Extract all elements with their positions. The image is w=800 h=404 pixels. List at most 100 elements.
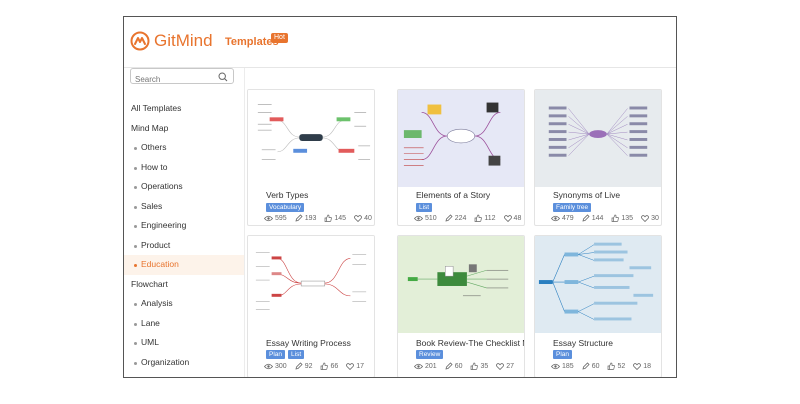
bullet-icon [134, 244, 137, 248]
edit-count-value: 144 [591, 214, 604, 222]
template-thumbnail[interactable] [398, 90, 524, 187]
sidebar: All Templates Mind Map Others How to Operati… [124, 68, 245, 377]
sidebar-item-operations[interactable]: Operations [124, 177, 244, 197]
template-thumbnail[interactable] [535, 90, 661, 187]
sidebar-item-others[interactable]: Others [124, 138, 244, 158]
search-icon[interactable] [218, 72, 228, 82]
pencil-icon [445, 362, 453, 370]
bullet-icon [134, 322, 137, 326]
like-count[interactable]: 145 [324, 214, 346, 222]
favorite-count-value: 17 [356, 362, 365, 370]
template-card[interactable]: Elements of a Story List 510 224 112 48 [397, 89, 525, 226]
bullet-icon [134, 225, 137, 228]
sidebar-item-uml[interactable]: UML [124, 333, 244, 353]
template-stats: 300 92 66 17 [264, 362, 372, 370]
favorite-count[interactable]: 40 [354, 214, 372, 222]
sidebar-item-organization[interactable]: Organization [124, 353, 244, 373]
template-tags: Review [416, 350, 444, 359]
favorite-count[interactable]: 17 [346, 362, 364, 370]
template-title[interactable]: Synonyms of Live [553, 190, 620, 200]
view-count: 595 [264, 214, 287, 222]
sidebar-item-analysis[interactable]: Analysis [124, 294, 244, 314]
favorite-count[interactable]: 30 [641, 214, 659, 222]
template-card[interactable]: Verb Types Vocabulary 595 193 145 40 [247, 89, 375, 226]
sidebar-item-label: Product [141, 239, 171, 250]
sidebar-item-label: All Templates [131, 103, 182, 113]
favorite-count[interactable]: 48 [503, 214, 521, 222]
template-thumbnail[interactable] [535, 236, 661, 333]
view-count: 185 [551, 362, 574, 370]
template-card[interactable]: Essay Writing Process Plan List 300 92 66 17 [247, 235, 375, 377]
like-count[interactable]: 35 [470, 362, 488, 370]
template-title[interactable]: Essay Structure [553, 338, 613, 348]
heart-icon [641, 214, 650, 222]
template-thumbnail[interactable] [248, 90, 374, 187]
favorite-count-value: 27 [506, 362, 515, 370]
sidebar-item-all-templates[interactable]: All Templates [124, 99, 244, 119]
sidebar-item-label: Organization [141, 356, 190, 367]
sidebar-item-label: Flowchart [141, 376, 178, 377]
bullet-icon [134, 186, 137, 189]
gitmind-logo-icon [130, 31, 150, 51]
template-card[interactable]: Essay Structure Plan 185 60 52 18 [534, 235, 662, 377]
sidebar-item-lane[interactable]: Lane [124, 314, 244, 334]
scrollbar-track[interactable] [670, 68, 676, 377]
template-thumbnail[interactable] [248, 236, 374, 333]
favorite-count-value: 18 [643, 362, 652, 370]
template-card[interactable]: Synonyms of Live Family tree 479 144 135 30 [534, 89, 662, 226]
template-title[interactable]: Book Review-The Checklist Mani... [416, 338, 524, 348]
edit-count: 60 [582, 362, 599, 370]
heart-icon [503, 214, 512, 222]
sidebar-item-sales[interactable]: Sales [124, 197, 244, 217]
bullet-icon [134, 166, 137, 170]
sidebar-item-flowchart[interactable]: Flowchart [124, 372, 244, 377]
template-card[interactable]: Book Review-The Checklist Mani... Review 2… [397, 235, 525, 377]
sidebar-item-education[interactable]: Education [124, 255, 244, 275]
favorite-count-value: 40 [364, 214, 372, 222]
template-title[interactable]: Essay Writing Process [266, 338, 351, 348]
gitmind-logo[interactable]: GitMind [130, 31, 213, 51]
sidebar-item-label: Mind Map [131, 122, 169, 133]
tag-badge[interactable]: Plan [266, 350, 286, 359]
sidebar-item-how-to[interactable]: How to [124, 158, 244, 178]
sidebar-item-label: Others [141, 142, 167, 152]
tag-badge[interactable]: Review [416, 350, 444, 359]
sidebar-item-mind-map[interactable]: Mind Map [124, 119, 244, 139]
template-tags: List [416, 203, 433, 212]
like-count[interactable]: 52 [607, 362, 625, 370]
sidebar-item-flowchart[interactable]: Flowchart [124, 275, 244, 295]
heart-icon [633, 362, 642, 370]
tag-badge[interactable]: Family tree [553, 203, 592, 212]
thumbs-up-icon [611, 214, 620, 222]
view-count: 201 [414, 362, 437, 370]
eye-icon [551, 215, 560, 222]
search-input[interactable] [131, 73, 215, 86]
favorite-count[interactable]: 18 [633, 362, 651, 370]
template-title[interactable]: Verb Types [266, 190, 308, 200]
tag-badge[interactable]: List [288, 350, 305, 359]
sidebar-item-product[interactable]: Product [124, 236, 244, 256]
edit-count: 60 [445, 362, 462, 370]
bullet-icon [134, 264, 137, 267]
sidebar-item-label: How to [141, 161, 168, 172]
like-count[interactable]: 112 [474, 214, 496, 222]
like-count-value: 52 [617, 362, 626, 370]
favorite-count[interactable]: 27 [496, 362, 514, 370]
sidebar-item-label: Operations [141, 181, 183, 191]
thumbs-up-icon [470, 362, 479, 370]
tag-badge[interactable]: List [416, 203, 433, 212]
template-stats: 510 224 112 48 [414, 214, 524, 222]
template-title[interactable]: Elements of a Story [416, 190, 490, 200]
view-count: 510 [414, 214, 437, 222]
thumbs-up-icon [320, 362, 329, 370]
template-thumbnail[interactable] [398, 236, 524, 333]
template-stats: 201 60 35 27 [414, 362, 522, 370]
tag-badge[interactable]: Vocabulary [266, 203, 305, 212]
like-count[interactable]: 66 [320, 362, 338, 370]
heart-icon [346, 362, 355, 370]
tag-badge[interactable]: Plan [553, 350, 573, 359]
thumbs-up-icon [324, 214, 333, 222]
sidebar-item-engineering[interactable]: Engineering [124, 216, 244, 236]
thumbs-up-icon [607, 362, 616, 370]
like-count[interactable]: 135 [611, 214, 633, 222]
